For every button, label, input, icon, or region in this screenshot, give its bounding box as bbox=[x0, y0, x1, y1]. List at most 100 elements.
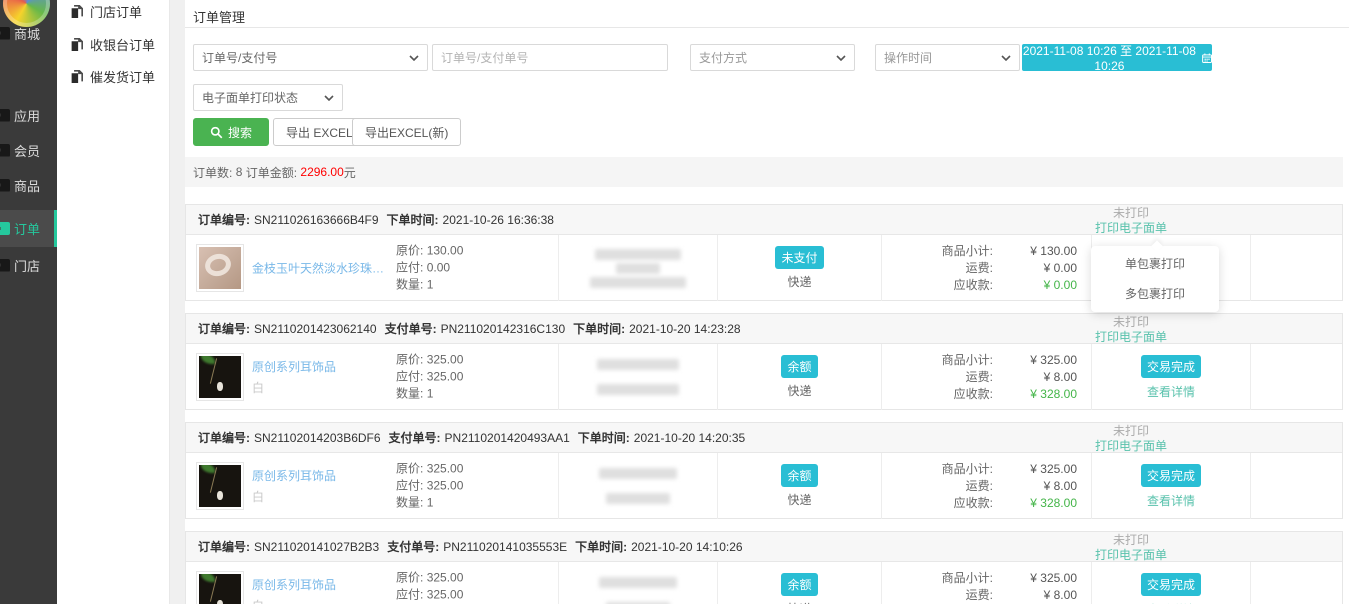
select-value: 操作时间 bbox=[884, 49, 932, 66]
order-no-value: SN21102014203B6DF6 bbox=[254, 431, 381, 445]
page-header: 订单管理 bbox=[185, 0, 1349, 28]
sidebar-item-label: 商城 bbox=[14, 24, 40, 43]
order-count-label: 订单数: bbox=[193, 164, 232, 181]
order-time-value: 2021-10-26 16:36:38 bbox=[443, 213, 554, 227]
order-type-select[interactable]: 订单号/支付号 bbox=[193, 44, 428, 71]
amounts-cell: 商品小计:¥ 325.00 运费:¥ 8.00 应收款:¥ 328.00 bbox=[881, 344, 1091, 410]
chevron-down-icon bbox=[409, 55, 419, 61]
sidebar-item-mall[interactable]: 商城 bbox=[0, 15, 57, 51]
product-image[interactable] bbox=[196, 571, 244, 604]
sidebar-item-label: 订单 bbox=[14, 219, 40, 238]
order-no-input[interactable] bbox=[441, 51, 659, 65]
pay-no-label: 支付单号: bbox=[389, 429, 441, 446]
print-waybill-link[interactable]: 打印电子面单 bbox=[1061, 221, 1201, 236]
due-label: 应收款: bbox=[882, 277, 993, 294]
orig-price-label: 原价: bbox=[396, 353, 423, 367]
order-card-header: 订单编号:SN211020141027B2B3 支付单号:PN211020141… bbox=[186, 532, 1342, 562]
subtotal-label: 商品小计: bbox=[882, 352, 993, 369]
qty-label: 数量: bbox=[396, 278, 423, 292]
pay-method-select[interactable]: 支付方式 bbox=[690, 44, 855, 71]
amounts-cell: 商品小计:¥ 325.00 运费:¥ 8.00 应收款:¥ 328.00 bbox=[881, 453, 1091, 519]
sidebar-item-orders[interactable]: 订单 bbox=[0, 210, 57, 247]
view-detail-link[interactable]: 查看详情 bbox=[1147, 601, 1195, 604]
order-icon bbox=[0, 222, 10, 235]
subsidebar-item-store-orders[interactable]: 门店订单 bbox=[57, 0, 170, 26]
order-time-label: 下单时间: bbox=[573, 320, 625, 337]
print-waybill-link[interactable]: 打印电子面单 bbox=[1061, 330, 1201, 345]
blurred-customer-info bbox=[599, 468, 677, 479]
product-name-link[interactable]: 原创系列耳饰品 bbox=[252, 467, 394, 484]
time-type-select[interactable]: 操作时间 bbox=[875, 44, 1020, 71]
subsidebar-item-cashier-orders[interactable]: 收银台订单 bbox=[57, 29, 170, 59]
order-card-header: 订单编号:SN211026163666B4F9 下单时间:2021-10-26 … bbox=[186, 205, 1342, 235]
sidebar-item-stores[interactable]: 门店 bbox=[0, 247, 57, 283]
order-no-label: 订单编号: bbox=[198, 320, 250, 337]
customer-cell bbox=[558, 344, 717, 410]
order-card-body: 原创系列耳饰品 白 原价: 325.00 应付: 325.00 数量: 1 余额… bbox=[186, 453, 1342, 519]
print-waybill-link[interactable]: 打印电子面单 bbox=[1061, 548, 1201, 563]
product-spec: 白 bbox=[252, 597, 394, 604]
order-no-value: SN2110201423062140 bbox=[254, 322, 377, 336]
date-range-button[interactable]: 2021-11-08 10:26 至 2021-11-08 10:26 bbox=[1022, 44, 1212, 71]
sidebar-item-apps[interactable]: 应用 bbox=[0, 97, 57, 133]
pay-price-value: 325.00 bbox=[427, 370, 464, 384]
search-button[interactable]: 搜索 bbox=[193, 118, 269, 146]
qty-value: 1 bbox=[427, 496, 434, 510]
orders-sub-sidebar: 门店订单 收银台订单 催发货订单 bbox=[57, 0, 170, 604]
product-image[interactable] bbox=[196, 244, 244, 292]
sidebar-item-label: 应用 bbox=[14, 106, 40, 125]
pay-price-label: 应付: bbox=[396, 261, 423, 275]
view-detail-link[interactable]: 查看详情 bbox=[1147, 492, 1195, 509]
pay-price-value: 325.00 bbox=[427, 588, 464, 602]
subsidebar-item-label: 收银台订单 bbox=[90, 35, 155, 54]
search-icon bbox=[210, 126, 223, 139]
trade-status-badge: 交易完成 bbox=[1141, 573, 1201, 596]
delivery-type: 快递 bbox=[787, 600, 811, 604]
product-image[interactable] bbox=[196, 353, 244, 401]
pay-price-label: 应付: bbox=[396, 479, 423, 493]
sidebar-item-members[interactable]: 会员 bbox=[0, 132, 57, 168]
print-status: 未打印 bbox=[1061, 315, 1201, 330]
print-block: 未打印 打印电子面单 bbox=[1061, 314, 1201, 345]
calendar-icon bbox=[1202, 52, 1212, 64]
pay-price-label: 应付: bbox=[396, 588, 423, 602]
customer-cell bbox=[558, 453, 717, 519]
product-name-link[interactable]: 原创系列耳饰品 bbox=[252, 358, 394, 375]
due-value: ¥ 328.00 bbox=[993, 386, 1077, 403]
print-status: 未打印 bbox=[1061, 533, 1201, 548]
select-value: 电子面单打印状态 bbox=[202, 89, 298, 106]
blurred-customer-info bbox=[606, 493, 670, 504]
subsidebar-item-label: 催发货订单 bbox=[90, 67, 155, 86]
pay-no-value: PN2110201420493AA1 bbox=[445, 431, 570, 445]
order-time-value: 2021-10-20 14:20:35 bbox=[634, 431, 745, 445]
multi-package-print-item[interactable]: 多包裹打印 bbox=[1091, 279, 1219, 309]
print-status-select[interactable]: 电子面单打印状态 bbox=[193, 84, 343, 111]
print-block: 未打印 打印电子面单 bbox=[1061, 423, 1201, 454]
single-package-print-item[interactable]: 单包裹打印 bbox=[1091, 249, 1219, 279]
order-card-body: 原创系列耳饰品 白 原价: 325.00 应付: 325.00 数量: 1 余额… bbox=[186, 344, 1342, 410]
order-no-label: 订单编号: bbox=[198, 211, 250, 228]
due-value: ¥ 328.00 bbox=[993, 495, 1077, 512]
print-status: 未打印 bbox=[1061, 206, 1201, 221]
action-cell: 交易完成 查看详情 bbox=[1091, 344, 1250, 410]
search-button-label: 搜索 bbox=[228, 124, 252, 141]
product-name-link[interactable]: 金枝玉叶天然淡水珍珠手链设... bbox=[252, 260, 394, 277]
product-price-block: 原价: 325.00 应付: 325.00 数量: 1 bbox=[396, 461, 463, 512]
order-time-value: 2021-10-20 14:23:28 bbox=[629, 322, 740, 336]
order-stats-bar: 订单数: 8 订单金额: 2296.00元 bbox=[185, 157, 1343, 187]
print-waybill-link[interactable]: 打印电子面单 bbox=[1061, 439, 1201, 454]
export-excel-new-button[interactable]: 导出EXCEL(新) bbox=[352, 118, 461, 146]
sidebar-item-goods[interactable]: 商品 bbox=[0, 167, 57, 203]
order-card: 订单编号:SN2110201423062140 支付单号:PN211020142… bbox=[185, 313, 1343, 410]
customer-cell bbox=[558, 235, 717, 301]
view-detail-link[interactable]: 查看详情 bbox=[1147, 383, 1195, 400]
sidebar-item-label: 会员 bbox=[14, 141, 40, 160]
due-label: 应收款: bbox=[882, 495, 993, 512]
subsidebar-item-urge-orders[interactable]: 催发货订单 bbox=[57, 61, 170, 91]
order-no-label: 订单编号: bbox=[198, 538, 250, 555]
orig-price-label: 原价: bbox=[396, 571, 423, 585]
product-image[interactable] bbox=[196, 462, 244, 510]
product-name-link[interactable]: 原创系列耳饰品 bbox=[252, 576, 394, 593]
print-block: 未打印 打印电子面单 bbox=[1061, 205, 1201, 236]
blurred-customer-info bbox=[597, 384, 679, 395]
